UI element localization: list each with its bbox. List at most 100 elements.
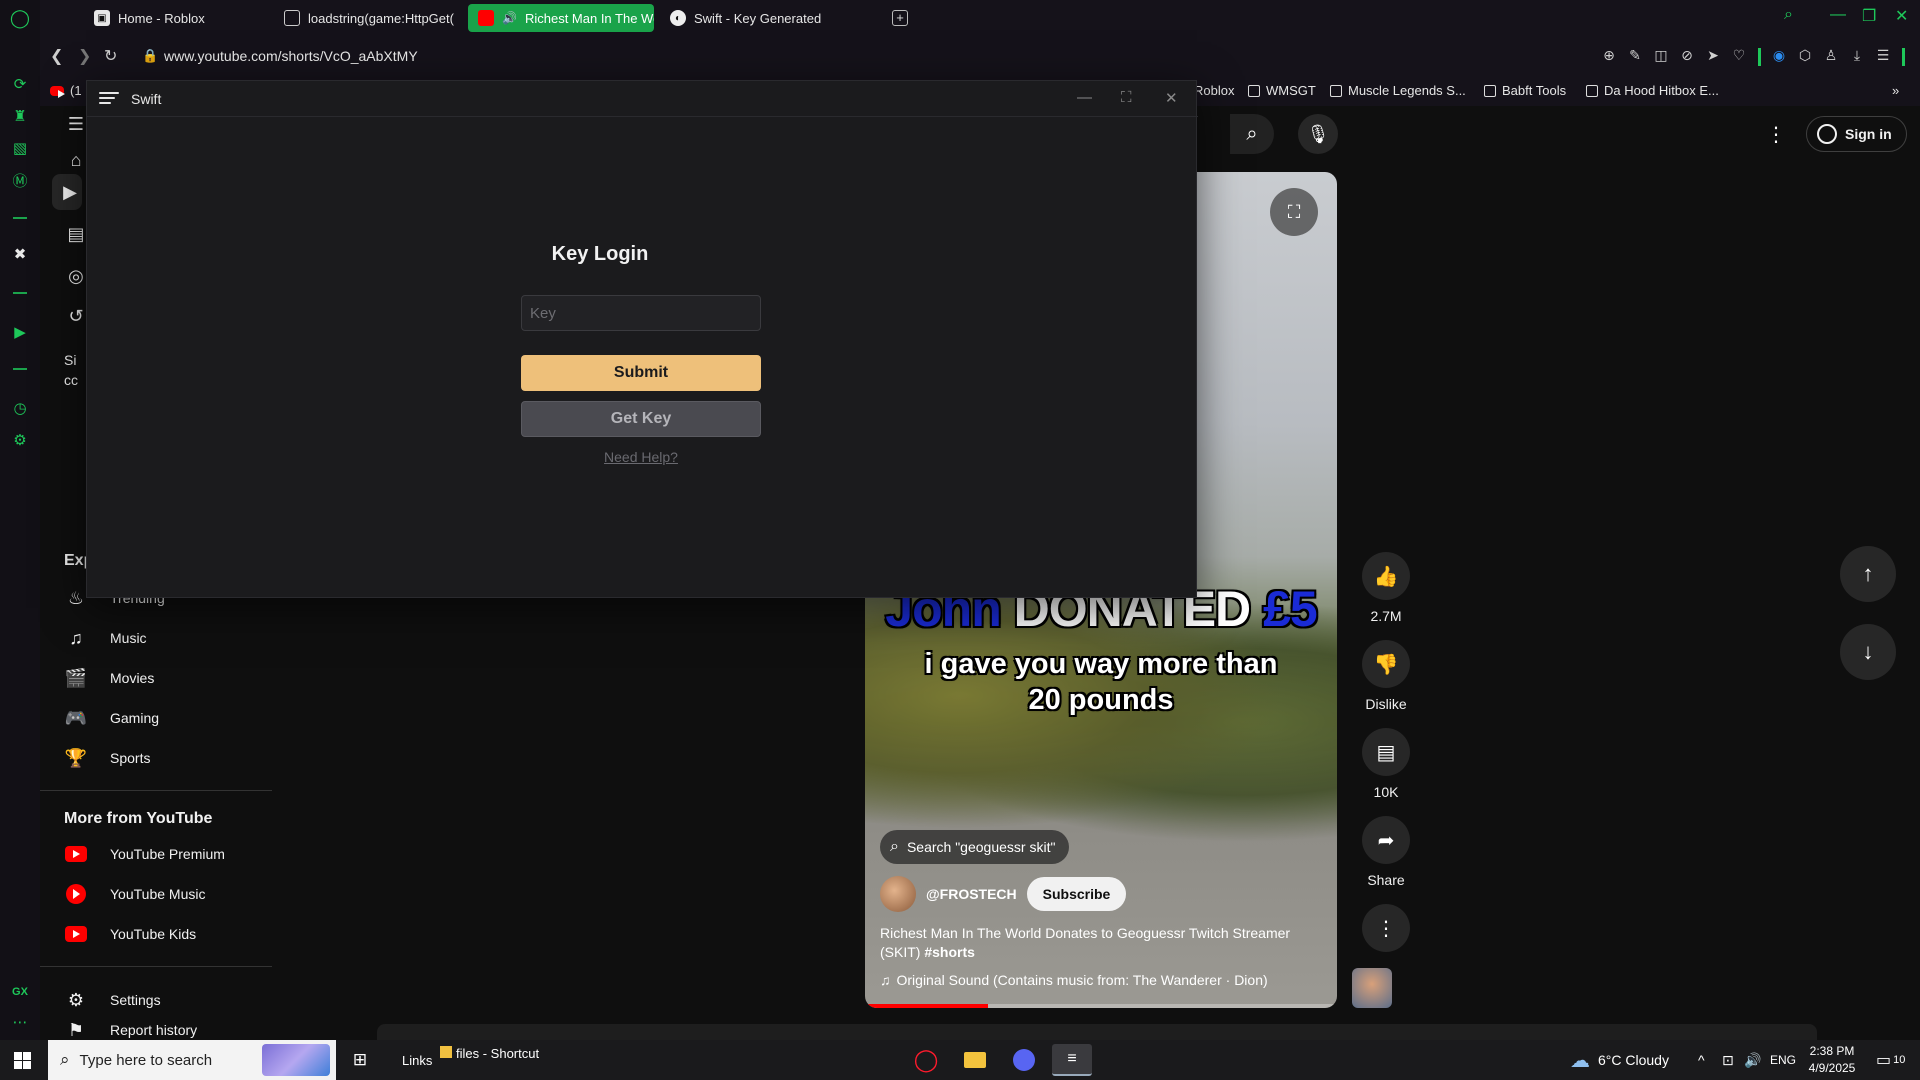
more-dots-icon[interactable]: ⋯ bbox=[8, 1010, 32, 1034]
bookmark-babft-tools[interactable]: Babft Tools bbox=[1484, 83, 1566, 98]
sound-link[interactable]: ♫ Original Sound (Contains music from: T… bbox=[880, 972, 1268, 988]
files-shortcut[interactable]: files - Shortcut bbox=[440, 1040, 539, 1080]
network-icon[interactable]: ⊡ bbox=[1722, 1040, 1734, 1080]
related-search-pill[interactable]: ⌕ Search "geoguessr skit" bbox=[880, 830, 1070, 864]
sign-in-button[interactable]: Sign in bbox=[1806, 116, 1907, 152]
more-action[interactable]: ⋮ bbox=[1346, 904, 1426, 952]
zoom-icon[interactable]: ⊕ bbox=[1600, 47, 1618, 65]
windows-start-icon[interactable] bbox=[14, 1052, 31, 1069]
gx-messenger-icon[interactable]: Ⓜ bbox=[8, 168, 32, 192]
sidebar-item-sports[interactable]: 🏆 Sports bbox=[64, 740, 151, 776]
more-options-button[interactable]: ⋮ bbox=[1758, 116, 1794, 152]
notifications-button[interactable]: ▭ 10 bbox=[1876, 1040, 1905, 1080]
sidebar-item-shorts[interactable]: ▶ bbox=[52, 174, 82, 210]
settings-gear-icon[interactable]: ⚙ bbox=[8, 428, 32, 452]
restore-icon[interactable]: ❐ bbox=[1862, 6, 1876, 26]
bookmark-roblox[interactable]: Roblox bbox=[1194, 83, 1234, 98]
new-tab-button[interactable]: + bbox=[892, 10, 908, 26]
gx-badge-icon[interactable]: GX bbox=[8, 980, 32, 1004]
close-icon[interactable]: ✕ bbox=[1895, 6, 1908, 26]
sidebar-item-home[interactable]: ⌂ bbox=[64, 142, 88, 178]
bookmark-muscle-legends[interactable]: Muscle Legends S... bbox=[1330, 83, 1466, 98]
weather-widget[interactable]: ☁ 6°C Cloudy bbox=[1570, 1040, 1669, 1080]
comments-action[interactable]: ▤ 10K bbox=[1346, 728, 1426, 800]
tab-swift-key[interactable]: ◐ Swift - Key Generated bbox=[660, 4, 860, 32]
channel-avatar[interactable] bbox=[880, 876, 916, 912]
video-progress-bar[interactable] bbox=[865, 1004, 1337, 1008]
voice-search-button[interactable]: 🎙 bbox=[1298, 114, 1338, 154]
file-explorer-icon[interactable] bbox=[955, 1044, 995, 1076]
extension-icon[interactable]: ◉ bbox=[1770, 47, 1788, 65]
like-action[interactable]: 👍 2.7M bbox=[1346, 552, 1426, 624]
links-toolbar[interactable]: Links bbox=[402, 1040, 432, 1080]
share-action[interactable]: ➦ Share bbox=[1346, 816, 1426, 888]
swift-titlebar[interactable]: Swift — ⛶ ✕ bbox=[87, 81, 1198, 117]
taskbar-clock[interactable]: 2:38 PM 4/9/2025 bbox=[1800, 1043, 1864, 1077]
sidebar-item-music-app[interactable]: YouTube Music bbox=[64, 876, 205, 912]
key-input[interactable] bbox=[521, 295, 761, 331]
opera-logo-icon[interactable]: ◯ bbox=[8, 6, 32, 30]
gx-app-icon[interactable]: ✖ bbox=[8, 242, 32, 266]
sidebar-item-kids[interactable]: YouTube Kids bbox=[64, 916, 196, 952]
sound-thumbnail[interactable] bbox=[1352, 968, 1392, 1008]
tab-loadstring[interactable]: loadstring(game:HttpGet( bbox=[274, 4, 464, 32]
menu-icon[interactable]: ☰ bbox=[1874, 47, 1892, 65]
cube-icon[interactable]: ⬡ bbox=[1796, 47, 1814, 65]
back-icon[interactable]: ❮ bbox=[50, 46, 63, 66]
sidebar-item-movies[interactable]: 🎬 Movies bbox=[64, 660, 155, 696]
sidebar-item-music[interactable]: ♫ Music bbox=[64, 620, 146, 656]
next-short-button[interactable]: ↓ bbox=[1840, 624, 1896, 680]
get-key-button[interactable]: Get Key bbox=[521, 401, 761, 437]
sidebar-item-gaming[interactable]: 🎮 Gaming bbox=[64, 700, 159, 736]
edit-icon[interactable]: ✎ bbox=[1626, 47, 1644, 65]
bookmark-youtube-partial[interactable]: (1 bbox=[50, 83, 82, 98]
reload-icon[interactable]: ↻ bbox=[104, 46, 117, 66]
sidebar-item-settings[interactable]: ⚙ Settings bbox=[64, 982, 161, 1018]
subscribe-button[interactable]: Subscribe bbox=[1026, 877, 1127, 911]
url-field[interactable]: www.youtube.com/shorts/VcO_aAbXtMY bbox=[164, 48, 418, 64]
sidebar-item-you[interactable]: ◎ bbox=[64, 258, 88, 294]
swift-maximize-icon[interactable]: ⛶ bbox=[1121, 89, 1132, 106]
hamburger-menu[interactable]: ☰ bbox=[64, 106, 88, 142]
opera-gx-taskbar-icon[interactable]: ◯ bbox=[906, 1044, 946, 1076]
sidebar-item-subscriptions[interactable]: ▤ bbox=[64, 216, 88, 252]
heart-icon[interactable]: ♡ bbox=[1730, 47, 1748, 65]
search-tabs-icon[interactable]: ⌕ bbox=[1784, 6, 1793, 24]
tab-youtube-short[interactable]: 🔊 Richest Man In The Wo bbox=[468, 4, 654, 32]
sidebar-item-premium[interactable]: YouTube Premium bbox=[64, 836, 225, 872]
tray-overflow-icon[interactable]: ^ bbox=[1698, 1040, 1705, 1080]
download-icon[interactable]: ⤓ bbox=[1848, 47, 1866, 65]
previous-short-button[interactable]: ↑ bbox=[1840, 546, 1896, 602]
need-help-link[interactable]: Need Help? bbox=[521, 449, 761, 465]
more-bookmarks-icon[interactable]: » bbox=[1892, 83, 1899, 98]
forward-icon[interactable]: ❯ bbox=[78, 46, 91, 66]
language-indicator[interactable]: ENG bbox=[1770, 1040, 1796, 1080]
taskbar-search-box[interactable]: ⌕ Type here to search bbox=[48, 1040, 336, 1080]
tab-roblox-home[interactable]: ▣ Home - Roblox bbox=[84, 4, 274, 32]
sidebar-item-history[interactable]: ↺ bbox=[64, 298, 88, 334]
video-title[interactable]: Richest Man In The World Donates to Geog… bbox=[880, 924, 1320, 962]
bookmark-wmsgt[interactable]: WMSGT bbox=[1248, 83, 1316, 98]
fullscreen-button[interactable]: ⛶ bbox=[1270, 188, 1318, 236]
swift-taskbar-icon[interactable]: ≡ bbox=[1052, 1044, 1092, 1076]
submit-button[interactable]: Submit bbox=[521, 355, 761, 391]
swift-close-icon[interactable]: ✕ bbox=[1165, 89, 1178, 107]
search-button[interactable]: ⌕ bbox=[1230, 114, 1274, 154]
dislike-action[interactable]: 👎 Dislike bbox=[1346, 640, 1426, 712]
send-icon[interactable]: ➤ bbox=[1704, 47, 1722, 65]
channel-name[interactable]: @FROSTECH bbox=[926, 886, 1017, 902]
adblock-icon[interactable]: ⊘ bbox=[1678, 47, 1696, 65]
swift-minimize-icon[interactable]: — bbox=[1077, 89, 1092, 106]
volume-icon[interactable]: 🔊 bbox=[1744, 1040, 1761, 1080]
task-view-icon[interactable]: ⊞ bbox=[348, 1040, 372, 1080]
profile-icon[interactable]: ♙ bbox=[1822, 47, 1840, 65]
gx-twitch-icon[interactable]: ▧ bbox=[8, 136, 32, 160]
sidebar-item-report-history[interactable]: ⚑ Report history bbox=[64, 1020, 197, 1040]
discord-icon[interactable] bbox=[1004, 1044, 1044, 1076]
snapshot-icon[interactable]: ◫ bbox=[1652, 47, 1670, 65]
gx-control-icon[interactable]: ⟳ bbox=[8, 72, 32, 96]
gx-corner-icon[interactable]: ♜ bbox=[8, 104, 32, 128]
gx-player-icon[interactable]: ▶ bbox=[8, 320, 32, 344]
history-icon[interactable]: ◷ bbox=[8, 396, 32, 420]
bookmark-da-hood[interactable]: Da Hood Hitbox E... bbox=[1586, 83, 1719, 98]
